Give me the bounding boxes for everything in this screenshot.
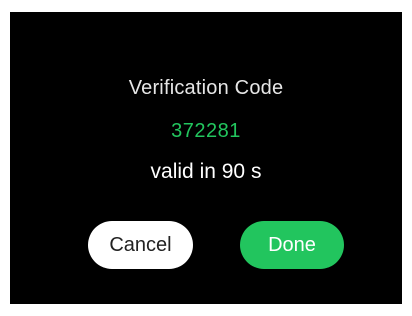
cancel-button[interactable]: Cancel xyxy=(88,221,193,269)
verification-code: 372281 xyxy=(171,120,241,142)
dialog-title: Verification Code xyxy=(128,77,284,99)
validity-text: valid in 90 s xyxy=(150,160,262,183)
verification-dialog: Verification Code 372281 valid in 90 s C… xyxy=(10,12,402,304)
done-button[interactable]: Done xyxy=(240,221,344,269)
